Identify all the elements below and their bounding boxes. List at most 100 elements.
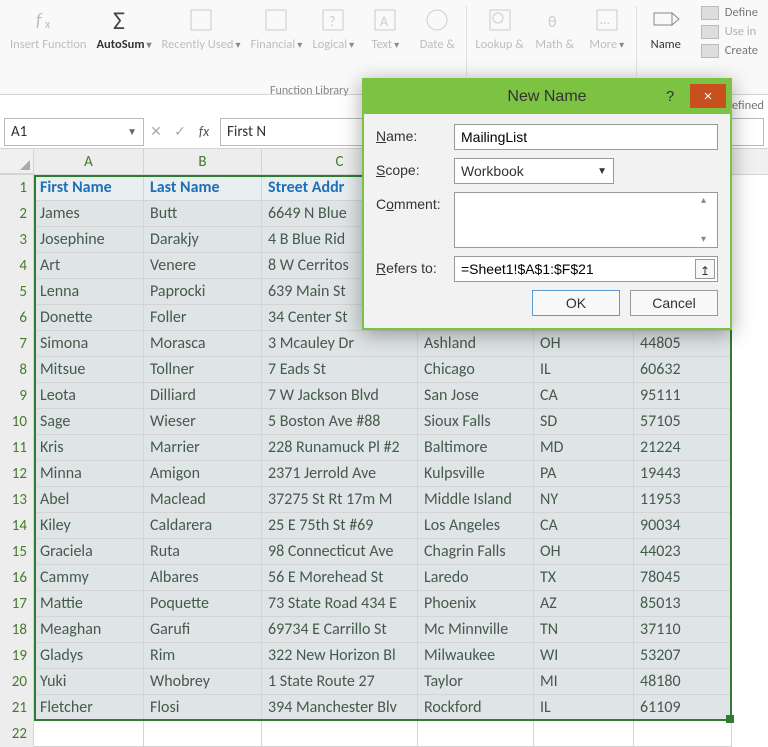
cell[interactable]: Maclead xyxy=(144,487,262,513)
cell[interactable]: Flosi xyxy=(144,695,262,721)
cell[interactable]: 3 Mcauley Dr xyxy=(262,331,418,357)
row-header[interactable]: 3 xyxy=(0,227,34,253)
cell[interactable] xyxy=(534,721,634,747)
cell[interactable]: Caldarera xyxy=(144,513,262,539)
cell[interactable]: Taylor xyxy=(418,669,534,695)
cell[interactable]: Venere xyxy=(144,253,262,279)
cell[interactable]: Dilliard xyxy=(144,383,262,409)
select-all-corner[interactable] xyxy=(0,149,34,174)
row-header[interactable]: 17 xyxy=(0,591,34,617)
cell[interactable]: 394 Manchester Blv xyxy=(262,695,418,721)
cell[interactable]: Mattie xyxy=(34,591,144,617)
cell[interactable]: 73 State Road 434 E xyxy=(262,591,418,617)
cell[interactable]: 48180 xyxy=(634,669,732,695)
cell[interactable] xyxy=(418,721,534,747)
row-header[interactable]: 1 xyxy=(0,175,34,201)
row-header[interactable]: 6 xyxy=(0,305,34,331)
cell[interactable]: 322 New Horizon Bl xyxy=(262,643,418,669)
accept-formula-icon[interactable]: ✓ xyxy=(168,123,192,140)
cell[interactable]: Los Angeles xyxy=(418,513,534,539)
define-name-item[interactable]: Define xyxy=(697,4,762,21)
refers-to-input[interactable] xyxy=(454,256,718,282)
ribbon-logical[interactable]: ? Logical▾ xyxy=(308,4,358,94)
cell[interactable]: Albares xyxy=(144,565,262,591)
cell[interactable]: 85013 xyxy=(634,591,732,617)
dialog-title-bar[interactable]: New Name ? × xyxy=(364,80,730,114)
cell[interactable]: NY xyxy=(534,487,634,513)
cell[interactable]: IL xyxy=(534,695,634,721)
cell[interactable]: Simona xyxy=(34,331,144,357)
ribbon-recently-used[interactable]: Recently Used▾ xyxy=(158,4,245,94)
cell[interactable]: 44023 xyxy=(634,539,732,565)
cancel-button[interactable]: Cancel xyxy=(630,290,718,316)
cell[interactable]: 5 Boston Ave #88 xyxy=(262,409,418,435)
cell[interactable]: 98 Connecticut Ave xyxy=(262,539,418,565)
cell[interactable]: Cammy xyxy=(34,565,144,591)
cell[interactable]: 60632 xyxy=(634,357,732,383)
cell[interactable]: Middle Island xyxy=(418,487,534,513)
cell[interactable]: Baltimore xyxy=(418,435,534,461)
cell[interactable]: 37110 xyxy=(634,617,732,643)
row-header[interactable]: 14 xyxy=(0,513,34,539)
cancel-formula-icon[interactable]: ✕ xyxy=(144,123,168,140)
cell[interactable] xyxy=(144,721,262,747)
cell[interactable]: TN xyxy=(534,617,634,643)
cell[interactable]: 1 State Route 27 xyxy=(262,669,418,695)
scrollbar-icon[interactable]: ▴▾ xyxy=(701,195,715,245)
row-header[interactable]: 4 xyxy=(0,253,34,279)
cell[interactable]: Josephine xyxy=(34,227,144,253)
cell[interactable]: Poquette xyxy=(144,591,262,617)
cell[interactable]: Foller xyxy=(144,305,262,331)
cell[interactable]: Phoenix xyxy=(418,591,534,617)
cell[interactable]: Darakjy xyxy=(144,227,262,253)
row-header[interactable]: 16 xyxy=(0,565,34,591)
cell[interactable]: Paprocki xyxy=(144,279,262,305)
cell[interactable]: 2371 Jerrold Ave xyxy=(262,461,418,487)
row-header[interactable]: 8 xyxy=(0,357,34,383)
cell[interactable]: Tollner xyxy=(144,357,262,383)
cell[interactable]: 7 W Jackson Blvd xyxy=(262,383,418,409)
row-header[interactable]: 13 xyxy=(0,487,34,513)
ribbon-financial[interactable]: Financial▾ xyxy=(247,4,307,94)
cell[interactable]: Chagrin Falls xyxy=(418,539,534,565)
cell[interactable]: Whobrey xyxy=(144,669,262,695)
cell[interactable]: Sage xyxy=(34,409,144,435)
row-header[interactable]: 21 xyxy=(0,695,34,721)
cell[interactable]: TX xyxy=(534,565,634,591)
cell[interactable]: Meaghan xyxy=(34,617,144,643)
close-button[interactable]: × xyxy=(690,84,726,108)
cell[interactable]: Kiley xyxy=(34,513,144,539)
scope-select[interactable]: Workbook ▼ xyxy=(454,158,614,184)
cell[interactable]: 11953 xyxy=(634,487,732,513)
row-header[interactable]: 15 xyxy=(0,539,34,565)
column-header[interactable]: A xyxy=(34,149,144,174)
cell[interactable]: Rockford xyxy=(418,695,534,721)
row-header[interactable]: 5 xyxy=(0,279,34,305)
row-header[interactable]: 20 xyxy=(0,669,34,695)
cell[interactable]: 21224 xyxy=(634,435,732,461)
ribbon-insert-function[interactable]: fx Insert Function xyxy=(6,4,90,94)
cell[interactable]: WI xyxy=(534,643,634,669)
cell[interactable]: SD xyxy=(534,409,634,435)
row-header[interactable]: 19 xyxy=(0,643,34,669)
cell[interactable]: Sioux Falls xyxy=(418,409,534,435)
cell[interactable]: Yuki xyxy=(34,669,144,695)
cell[interactable]: James xyxy=(34,201,144,227)
cell[interactable]: Amigon xyxy=(144,461,262,487)
cell[interactable]: Ruta xyxy=(144,539,262,565)
row-header[interactable]: 22 xyxy=(0,721,34,747)
cell[interactable]: Wieser xyxy=(144,409,262,435)
use-in-formula-item[interactable]: Use in xyxy=(697,23,762,40)
cell[interactable] xyxy=(34,721,144,747)
ok-button[interactable]: OK xyxy=(532,290,620,316)
row-header[interactable]: 2 xyxy=(0,201,34,227)
row-header[interactable]: 18 xyxy=(0,617,34,643)
name-input[interactable] xyxy=(454,124,718,150)
cell[interactable]: 228 Runamuck Pl #2 xyxy=(262,435,418,461)
cell[interactable]: San Jose xyxy=(418,383,534,409)
cell[interactable]: Milwaukee xyxy=(418,643,534,669)
cell[interactable]: MD xyxy=(534,435,634,461)
cell[interactable]: Mc Minnville xyxy=(418,617,534,643)
cell[interactable]: CA xyxy=(534,513,634,539)
chevron-down-icon[interactable]: ▼ xyxy=(127,125,137,138)
